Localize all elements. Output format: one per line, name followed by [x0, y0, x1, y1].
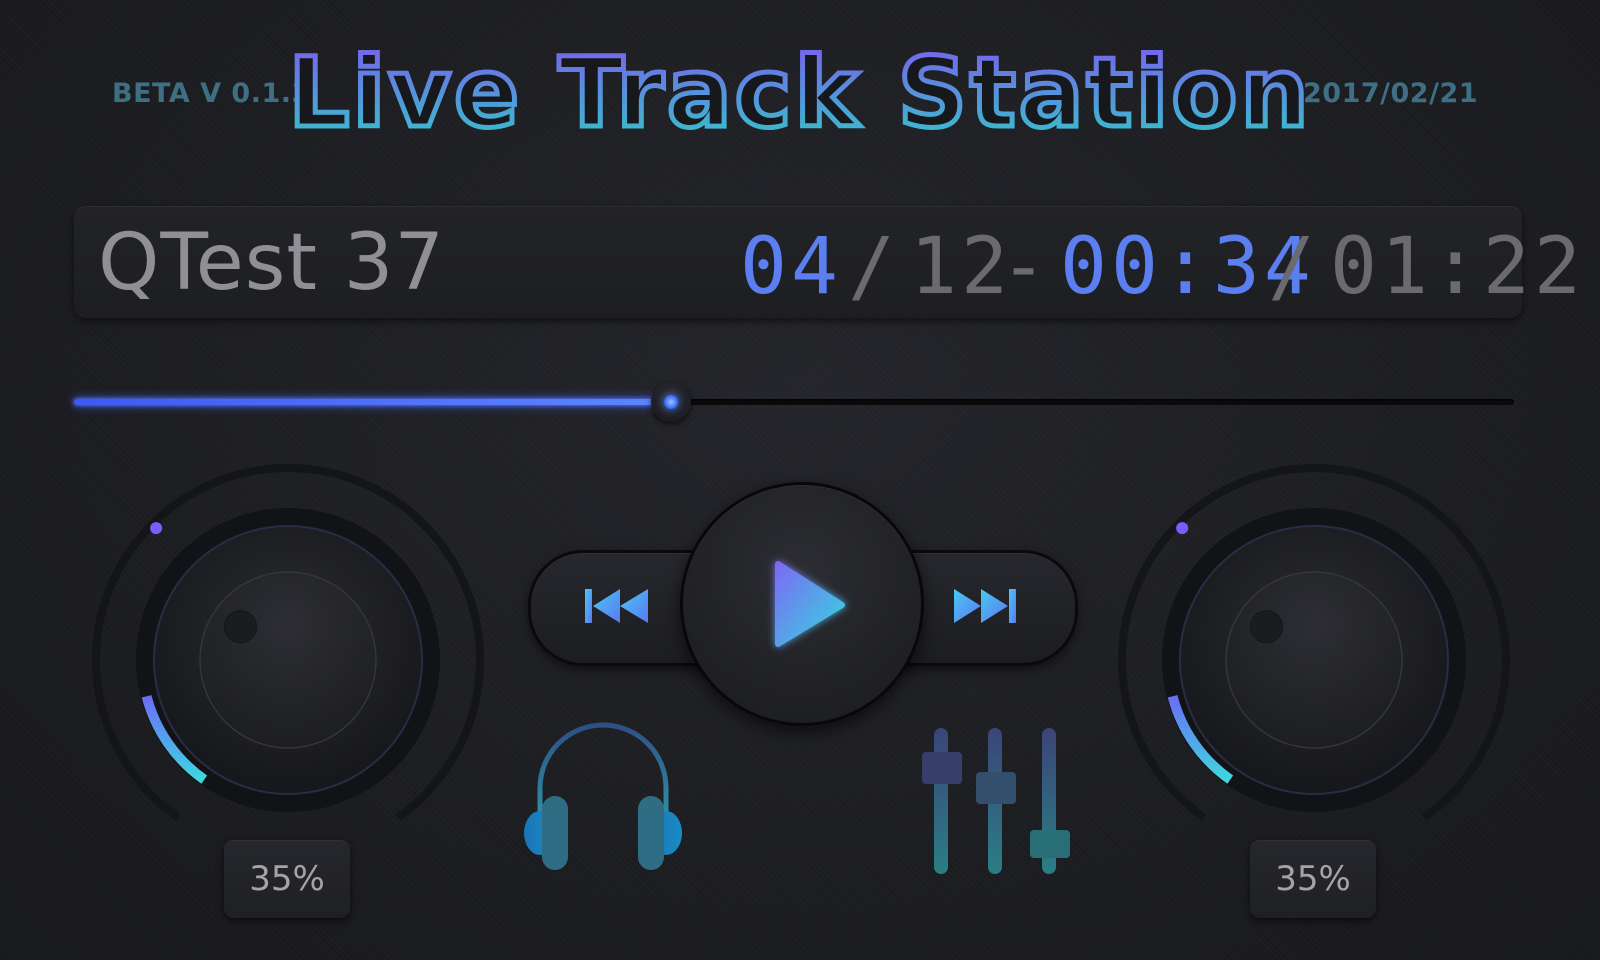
knob-left-value: 35%	[224, 840, 350, 918]
play-icon	[770, 558, 850, 648]
knob-right-value: 35%	[1250, 840, 1376, 918]
build-date: 2017/02/21	[1303, 78, 1479, 109]
volume-knob-right[interactable]	[1114, 460, 1514, 860]
headphones-icon[interactable]	[518, 718, 688, 878]
knob-start-marker	[1176, 522, 1189, 535]
progress-thumb[interactable]	[651, 382, 691, 422]
track-index: 04	[740, 222, 842, 312]
progress-fill	[74, 399, 671, 405]
equalizer-icon[interactable]	[918, 726, 1080, 878]
knob-start-marker	[150, 522, 163, 535]
progress-thumb-dot	[664, 395, 678, 409]
time-dash: -	[1000, 222, 1051, 312]
track-duration: 01:22	[1330, 222, 1585, 312]
knob-indicator	[223, 610, 257, 644]
knob-cap	[1225, 571, 1403, 749]
skip-next-icon[interactable]	[950, 585, 1020, 627]
track-total: 12	[910, 222, 1012, 312]
time-separator: /	[1268, 222, 1319, 312]
track-name: QTest 37	[98, 218, 446, 308]
knob-indicator	[1249, 610, 1283, 644]
version-label: BETA V 0.1.3	[112, 78, 311, 109]
app-title: Live Track Station	[286, 35, 1311, 152]
track-separator: /	[848, 222, 899, 312]
knob-cap	[199, 571, 377, 749]
skip-previous-icon[interactable]	[582, 585, 652, 627]
app-title-text: Live Track Station	[288, 37, 1311, 149]
volume-knob-left[interactable]	[88, 460, 488, 860]
